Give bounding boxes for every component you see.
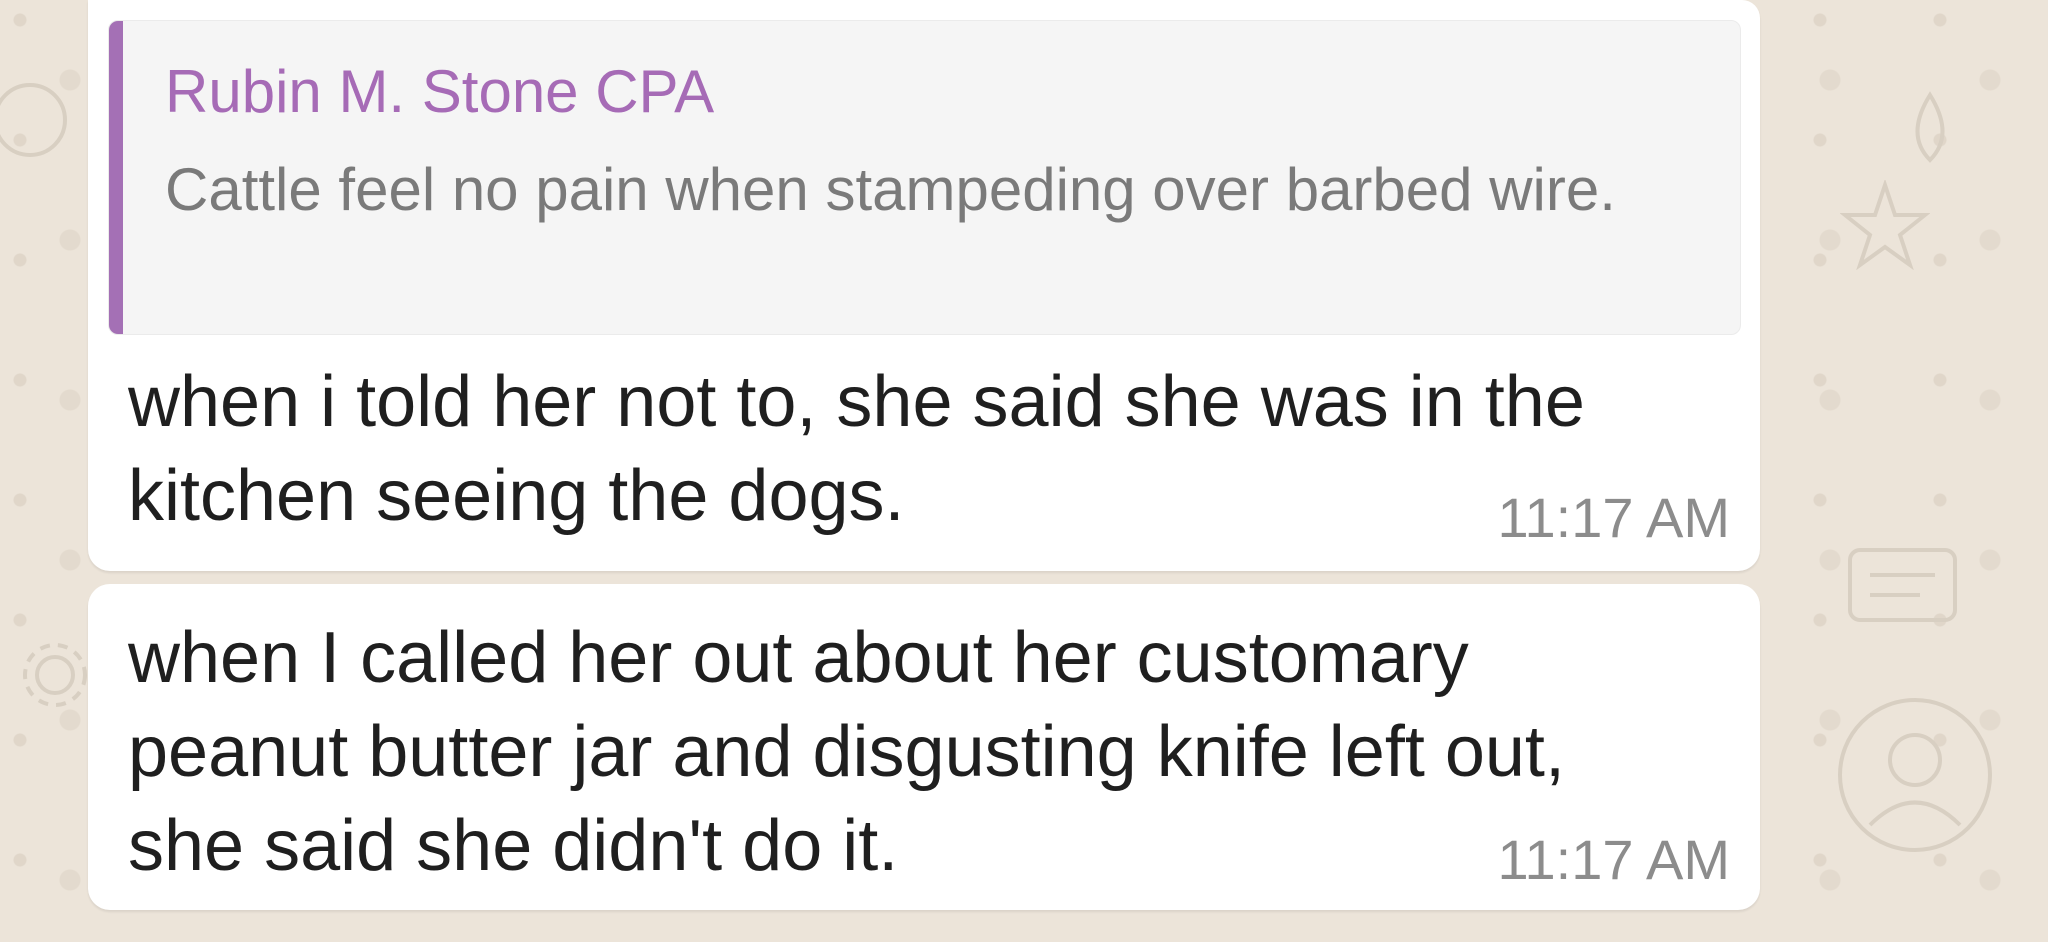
quoted-message[interactable]: Rubin M. Stone CPA Cattle feel no pain w…	[108, 20, 1741, 335]
wallpaper-doodle-star-icon	[1840, 180, 1930, 270]
message-text: when i told her not to, she said she was…	[128, 362, 1585, 536]
wallpaper-doodle-circle-icon	[0, 83, 67, 157]
quoted-message-text: Cattle feel no pain when stampeding over…	[165, 156, 1616, 223]
wallpaper-doodle-person-icon	[1838, 698, 1992, 852]
wallpaper-doodle-gear-icon	[23, 643, 87, 707]
message-timestamp: 11:17 AM	[1497, 486, 1730, 549]
wallpaper-doodle-chat-icon	[1848, 548, 1957, 622]
wallpaper-doodle-drop-icon	[1915, 91, 1945, 163]
quote-accent-bar	[109, 21, 123, 334]
quoted-author-name: Rubin M. Stone CPA	[165, 58, 715, 125]
message-text: when I called her out about her customar…	[128, 618, 1565, 886]
message-bubble[interactable]: Rubin M. Stone CPA Cattle feel no pain w…	[88, 0, 1760, 571]
message-bubble[interactable]: when I called her out about her customar…	[88, 584, 1760, 910]
message-timestamp: 11:17 AM	[1497, 828, 1730, 891]
